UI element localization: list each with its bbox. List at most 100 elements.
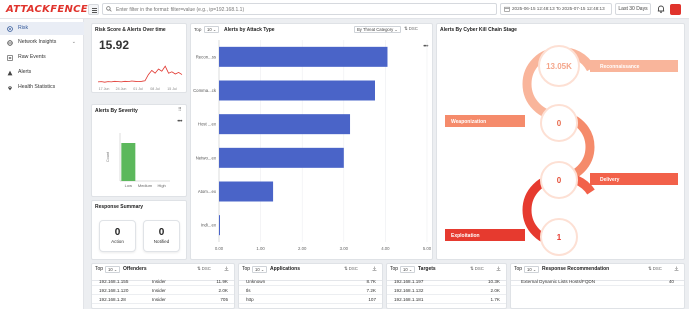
delivery-label: Delivery: [600, 177, 620, 183]
top-label: Top: [242, 266, 251, 272]
category-label: Host ...ex: [198, 122, 217, 127]
table-row[interactable]: 192.168.1.28 Insider 705: [92, 295, 234, 304]
sidebar-item-health-statistics[interactable]: Health Statistics: [0, 81, 84, 94]
bar: [121, 143, 136, 181]
targets-panel: Top 10 ⌄ Targets ⇅ DSC 192.168.1.197 10.…: [386, 263, 507, 309]
table-row[interactable]: Unknown 8.7K: [239, 277, 382, 286]
table-row[interactable]: 192.168.1.155 Insider 11.9K: [92, 277, 234, 286]
sidebar-item-risk[interactable]: Risk: [0, 22, 84, 35]
alert-icon: [7, 70, 13, 76]
response-summary-panel: Response Summary 0 Action 0 Notified: [91, 200, 187, 260]
list-icon: [7, 55, 13, 61]
chevron-down-icon: ⌄: [71, 39, 76, 45]
category-label: Recon...ss: [196, 54, 216, 59]
risk-score-panel: Risk Score & Alerts Over time 15.92 17 J…: [91, 23, 187, 93]
table-row[interactable]: 192.168.1.181 1.7K: [387, 295, 506, 304]
filter-search-box[interactable]: [102, 3, 497, 15]
sidebar-item-label: Network Insights: [18, 39, 57, 45]
category-label: Indi...ex: [201, 223, 217, 228]
table-row[interactable]: External Dynamic Lists Hosts/FQDN 40: [511, 277, 684, 286]
bar: [219, 114, 351, 135]
sidebar-item-label: Alerts: [18, 69, 32, 75]
risk-icon: [7, 26, 13, 32]
category-label: Netwo...ex: [196, 155, 217, 160]
bar: [219, 147, 344, 168]
date-range-text: 2025-06-15 12:48:13 To 2025-07-15 12:48:…: [512, 6, 605, 11]
sort-toggle[interactable]: ⇅ DSC: [470, 266, 484, 272]
offenders-panel: Top 10 ⌄ Offenders ⇅ DSC 192.168.1.155 I…: [91, 263, 235, 309]
table-row[interactable]: tls 7.2K: [239, 286, 382, 295]
period-select[interactable]: Last 30 Days: [615, 3, 651, 15]
bar: [219, 46, 388, 67]
bar: [219, 181, 274, 202]
applications-panel: Top 10 ⌄ Applications ⇅ DSC Unknown 8.7K…: [238, 263, 383, 309]
top-bar: ATTACKFENCE 2025-06-15 12:48:13 To 2025-…: [0, 0, 689, 19]
delivery-value: 0: [557, 176, 562, 185]
sort-toggle[interactable]: ⇅ DSC: [648, 266, 662, 272]
weaponization-label: Weaponization: [451, 119, 486, 125]
x-tick-label: 15 Jul: [167, 87, 177, 91]
top-label: Top: [390, 266, 399, 272]
reconnaissance-label: Reconnaissance: [600, 64, 640, 70]
app-logo: ATTACKFENCE: [6, 4, 88, 15]
top-count-select[interactable]: 10 ⌄: [105, 266, 121, 273]
notified-label: Notified: [153, 239, 170, 244]
x-tick-label: 01 Jul: [133, 87, 143, 91]
category-label: Medium: [138, 183, 153, 188]
table-row[interactable]: 192.168.1.197 10.3K: [387, 277, 506, 286]
top-label: Top: [95, 266, 104, 272]
table-row[interactable]: http 107: [239, 295, 382, 304]
x-tick-label: 3.00: [340, 246, 349, 251]
action-card: 0 Action: [99, 220, 136, 252]
filter-search-input[interactable]: [116, 5, 486, 14]
x-tick-label: 17 Jun: [99, 87, 110, 91]
user-menu-button[interactable]: [670, 4, 681, 15]
sidebar-item-label: Health Statistics: [18, 84, 56, 90]
table-title: Targets: [418, 266, 436, 272]
table-row[interactable]: 192.168.1.132 2.0K: [387, 286, 506, 295]
sidebar-item-network-insights[interactable]: Network Insights ⌄: [0, 36, 84, 49]
sidebar-item-raw-events[interactable]: Raw Events: [0, 51, 84, 64]
bell-icon[interactable]: [656, 4, 666, 14]
sidebar-item-label: Raw Events: [18, 54, 46, 60]
table-title: Response Recommendation: [542, 266, 610, 272]
top-count-select[interactable]: 10 ⌄: [252, 266, 268, 273]
download-icon[interactable]: [224, 266, 229, 271]
y-axis-label: Count: [106, 151, 110, 162]
table-row[interactable]: 192.168.1.120 Insider 2.0K: [92, 286, 234, 295]
notified-count: 0: [158, 227, 165, 238]
menu-toggle-button[interactable]: [88, 4, 99, 15]
calendar-icon: [504, 6, 510, 12]
top-label: Top: [514, 266, 523, 272]
search-icon: [106, 6, 112, 12]
x-tick-label: 1.00: [256, 246, 265, 251]
attack-type-chart: 0.00 1.00 2.00 3.00 4.00 5.00 Recon...ss Comma.…: [193, 40, 432, 251]
sidebar: Risk Network Insights ⌄ Raw Events Alert…: [0, 19, 84, 309]
sidebar-item-alerts[interactable]: Alerts: [0, 66, 84, 79]
download-icon[interactable]: [372, 266, 377, 271]
notified-card: 0 Notified: [143, 220, 180, 252]
date-range-picker[interactable]: 2025-06-15 12:48:13 To 2025-07-15 12:48:…: [500, 3, 612, 15]
alerts-by-severity-panel: Alerts By Severity ⠿ ••• Count Low Medium H…: [91, 104, 187, 197]
table-title: Offenders: [123, 266, 147, 272]
action-count: 0: [114, 227, 121, 238]
kill-chain-panel: Alerts By Cyber Kill Chain Stage 13.05K …: [436, 23, 685, 260]
download-icon[interactable]: [496, 266, 501, 271]
x-tick-label: 08 Jul: [150, 87, 160, 91]
location-pin-icon: [8, 86, 12, 91]
x-tick-label: 0.00: [215, 246, 224, 251]
bar: [219, 215, 220, 236]
risk-series-line: [97, 65, 183, 83]
download-icon[interactable]: [674, 266, 679, 271]
top-count-select[interactable]: 10 ⌄: [400, 266, 416, 273]
top-count-select[interactable]: 10 ⌄: [524, 266, 540, 273]
sidebar-item-label: Risk: [18, 25, 29, 31]
weaponization-value: 0: [557, 119, 562, 128]
risk-score-chart: 17 Jun 24 Jun 01 Jul 08 Jul 15 Jul: [97, 65, 183, 91]
category-label: Atom...ex: [198, 189, 217, 194]
sort-toggle[interactable]: ⇅ DSC: [344, 266, 358, 272]
category-label: High: [158, 183, 166, 188]
category-label: Low: [125, 183, 132, 188]
sort-toggle[interactable]: ⇅ DSC: [197, 266, 211, 272]
x-tick-label: 2.00: [298, 246, 307, 251]
